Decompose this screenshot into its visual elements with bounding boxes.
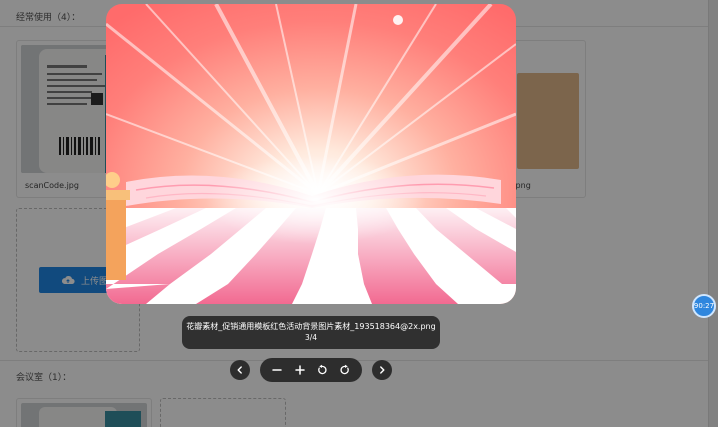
rotate-left-button[interactable]: [313, 361, 331, 379]
rotate-right-icon: [340, 364, 349, 375]
prev-image-button[interactable]: [230, 360, 250, 380]
viewer-toolbar: [260, 358, 362, 382]
floating-badge[interactable]: 90:27: [692, 294, 716, 318]
floating-badge-text: 90:27: [693, 302, 715, 310]
chevron-right-icon: [380, 366, 385, 374]
rotate-right-button[interactable]: [336, 361, 354, 379]
preview-image: [106, 4, 516, 304]
image-caption: 花瓣素材_促销通用模板红色活动背景图片素材_193518364@2x.png 3…: [182, 316, 440, 349]
image-index: 3/4: [304, 333, 318, 342]
zoom-out-button[interactable]: [268, 361, 286, 379]
chevron-left-icon: [237, 366, 242, 374]
image-filename: 花瓣素材_促销通用模板红色活动背景图片素材_193518364@2x.png: [186, 322, 436, 331]
minus-icon: [272, 369, 282, 371]
zoom-in-button[interactable]: [291, 361, 309, 379]
plus-icon: [295, 365, 305, 375]
next-image-button[interactable]: [372, 360, 392, 380]
rotate-left-icon: [318, 364, 327, 375]
